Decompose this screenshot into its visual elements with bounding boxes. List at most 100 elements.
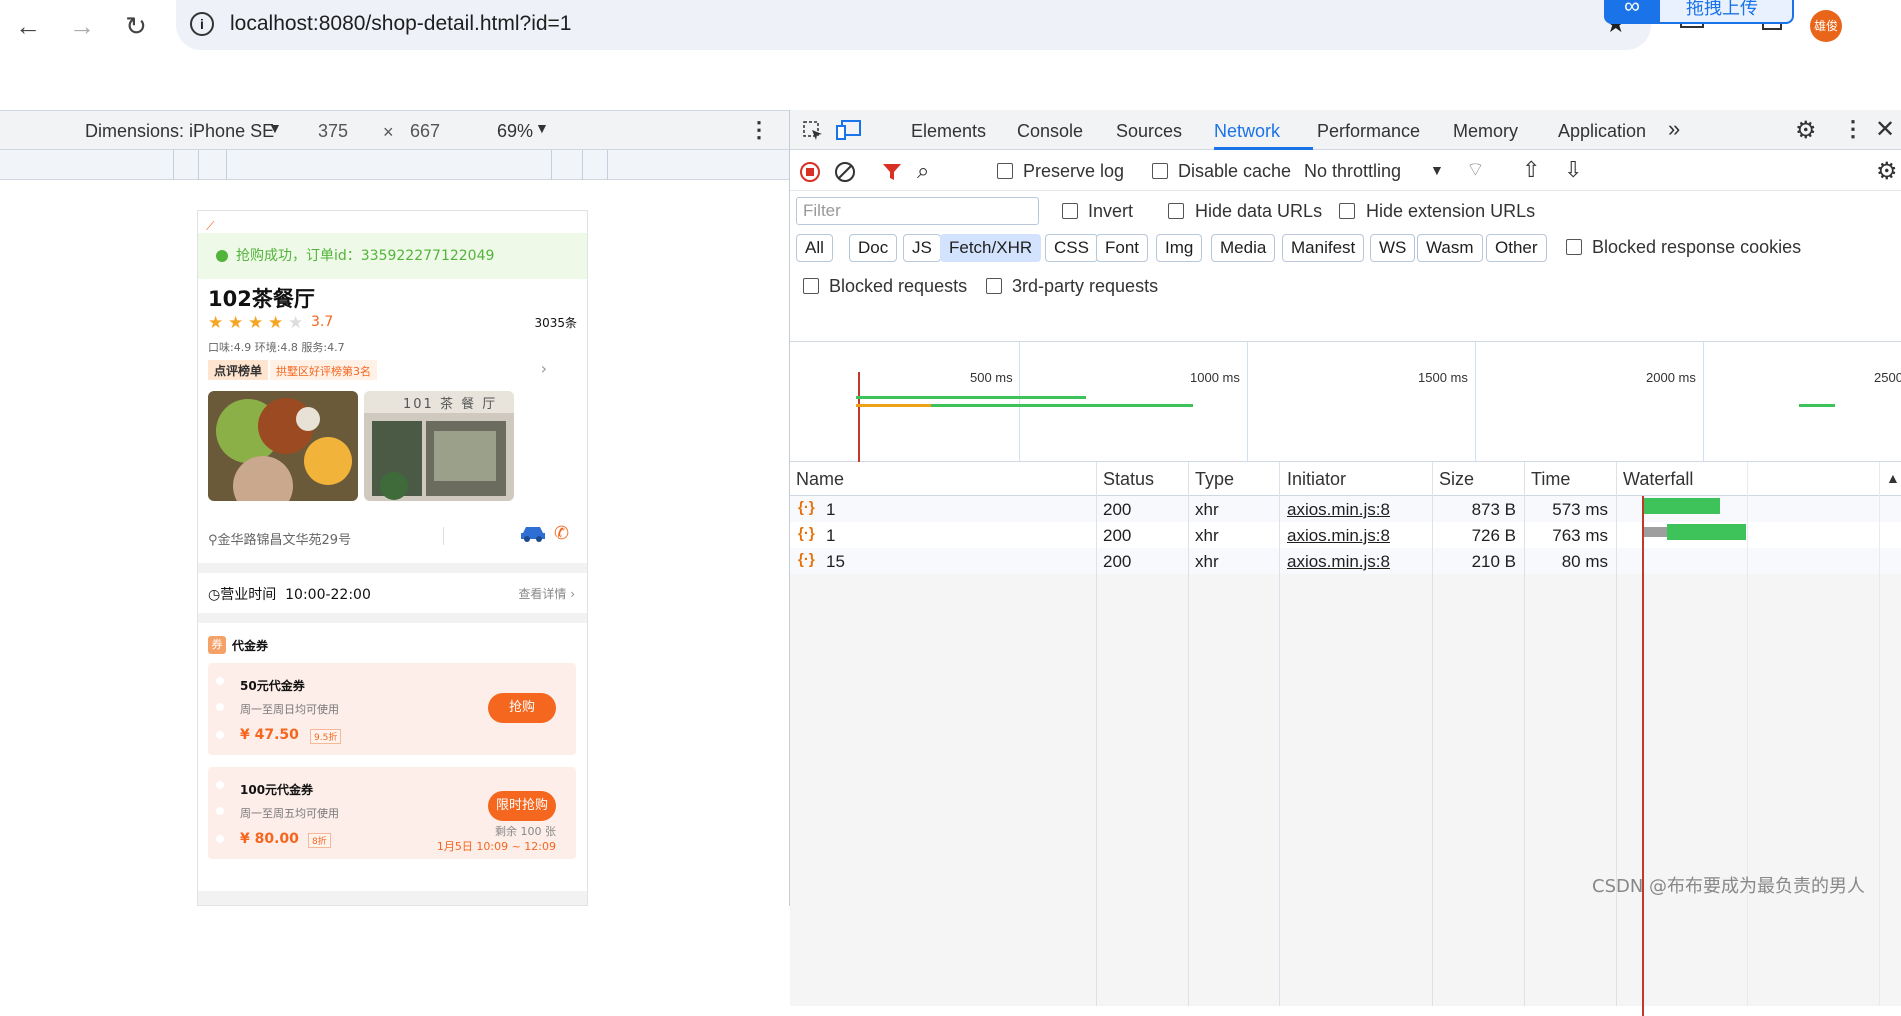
filter-icon[interactable] [881, 161, 903, 183]
type-filter-other[interactable]: Other [1486, 234, 1547, 262]
hours-detail-link[interactable]: 查看详情 › [518, 585, 575, 602]
request-initiator[interactable]: axios.min.js:8 [1287, 526, 1390, 546]
type-filter-wasm[interactable]: Wasm [1417, 234, 1483, 262]
request-initiator[interactable]: axios.min.js:8 [1287, 552, 1390, 572]
phone-call-icon[interactable]: ✆ [554, 523, 569, 544]
hide-extension-urls-checkbox[interactable] [1339, 203, 1355, 219]
request-initiator[interactable]: axios.min.js:8 [1287, 500, 1390, 520]
type-filter-ws[interactable]: WS [1370, 234, 1416, 262]
car-icon[interactable] [520, 524, 546, 542]
review-count: 3035条 [534, 316, 577, 330]
request-row[interactable]: {·} 1 200 xhr axios.min.js:8 873 B 573 ms [790, 496, 1901, 522]
type-filter-font[interactable]: Font [1096, 234, 1149, 262]
request-row[interactable]: {·} 1 200 xhr axios.min.js:8 726 B 763 ms [790, 522, 1901, 548]
export-har-icon[interactable]: ⇩ [1564, 157, 1582, 183]
col-size[interactable]: Size [1439, 469, 1474, 490]
waterfall-load-line [1642, 496, 1644, 1016]
clear-icon[interactable] [834, 161, 856, 183]
type-filter-img[interactable]: Img [1156, 234, 1203, 262]
close-icon[interactable]: ✕ [1875, 115, 1895, 144]
type-filter-js[interactable]: JS [903, 234, 941, 262]
tab-memory[interactable]: Memory [1453, 121, 1518, 142]
blocked-response-cookies-checkbox[interactable] [1566, 239, 1582, 255]
type-filter-manifest[interactable]: Manifest [1282, 234, 1365, 262]
back-button[interactable]: ← [10, 8, 46, 44]
type-filter-media[interactable]: Media [1211, 234, 1276, 262]
type-filter-doc[interactable]: Doc [849, 234, 898, 262]
more-options-icon[interactable]: ⋮ [1842, 116, 1864, 142]
request-status: 200 [1103, 500, 1132, 519]
tab-sources[interactable]: Sources [1116, 121, 1182, 142]
preserve-log-checkbox[interactable] [997, 163, 1013, 179]
network-conditions-icon[interactable]: ⌔ [1466, 157, 1485, 182]
col-name[interactable]: Name [796, 469, 844, 490]
tab-application[interactable]: Application [1558, 121, 1646, 142]
url-text[interactable]: localhost:8080/shop-detail.html?id=1 [230, 12, 571, 36]
back-icon[interactable]: ⟋ [206, 219, 214, 234]
settings-gear-icon[interactable]: ⚙ [1795, 116, 1817, 145]
chevron-down-icon[interactable]: ▼ [1430, 162, 1444, 178]
filter-input[interactable]: Filter [796, 197, 1039, 225]
disable-cache-checkbox[interactable] [1152, 163, 1168, 179]
overview-tick: 500 ms [970, 370, 1013, 385]
site-info-icon[interactable]: i [190, 12, 214, 36]
type-filter-all[interactable]: All [796, 234, 833, 262]
type-filter-fetch-xhr[interactable]: Fetch/XHR [940, 234, 1042, 262]
waterfall-wait-bar [1642, 498, 1720, 514]
tab-network[interactable]: Network [1214, 121, 1280, 142]
success-icon [216, 250, 228, 262]
overview-tick: 1500 ms [1418, 370, 1468, 385]
tab-performance[interactable]: Performance [1317, 121, 1420, 142]
col-status[interactable]: Status [1103, 469, 1154, 490]
network-overview-timeline[interactable]: 500 ms 1000 ms 1500 ms 2000 ms 2500 [790, 342, 1901, 462]
rank-tag: 点评榜单 [208, 360, 269, 380]
import-har-icon[interactable]: ⇧ [1522, 157, 1540, 183]
third-party-label: 3rd-party requests [1012, 276, 1159, 296]
chevron-down-icon[interactable]: ▼ [535, 120, 549, 136]
col-time[interactable]: Time [1531, 469, 1570, 490]
overview-tick: 1000 ms [1190, 370, 1240, 385]
throttling-select[interactable]: No throttling [1304, 161, 1401, 182]
device-toggle-icon[interactable] [836, 119, 862, 141]
device-dimensions-select[interactable]: Dimensions: iPhone SE [85, 121, 274, 142]
blocked-requests-label: Blocked requests [829, 276, 968, 296]
inspect-element-icon[interactable] [802, 120, 824, 142]
shop-address[interactable]: ⚲金华路锦昌文华苑29号 [208, 529, 351, 548]
address-bar[interactable]: i localhost:8080/shop-detail.html?id=1 [176, 0, 1651, 50]
device-width-input[interactable]: 375 [318, 121, 348, 142]
blocked-response-cookies-label: Blocked response cookies [1592, 237, 1802, 257]
network-settings-icon[interactable]: ⚙ [1876, 157, 1898, 186]
col-initiator[interactable]: Initiator [1287, 469, 1346, 490]
tab-console[interactable]: Console [1017, 121, 1083, 142]
zoom-select[interactable]: 69% [497, 121, 533, 142]
third-party-checkbox[interactable] [986, 278, 1002, 294]
xhr-icon: {·} [798, 499, 815, 516]
load-event-line [858, 372, 860, 462]
type-filter-css[interactable]: CSS [1045, 234, 1098, 262]
record-stop-icon[interactable] [799, 161, 821, 183]
chevron-down-icon[interactable]: ▼ [268, 120, 282, 136]
col-waterfall[interactable]: Waterfall [1623, 469, 1693, 490]
more-tabs-icon[interactable]: » [1668, 116, 1680, 142]
col-type[interactable]: Type [1195, 469, 1234, 490]
flash-buy-button[interactable]: 限时抢购 [488, 791, 556, 821]
chevron-right-icon[interactable]: › [541, 359, 547, 378]
disable-cache-label: Disable cache [1178, 161, 1292, 181]
request-row[interactable]: {·} 15 200 xhr axios.min.js:8 210 B 80 ms [790, 548, 1901, 574]
buy-coupon-button[interactable]: 抢购 [488, 693, 556, 723]
search-icon[interactable]: ⌕ [917, 158, 929, 184]
device-height-input[interactable]: 667 [410, 121, 440, 142]
forward-button[interactable]: → [64, 8, 100, 44]
reload-button[interactable]: ↻ [118, 8, 154, 44]
more-options-icon[interactable]: ⋮ [748, 117, 770, 143]
preserve-log-label: Preserve log [1023, 161, 1125, 181]
sort-ascending-icon[interactable]: ▲ [1886, 470, 1900, 486]
invert-checkbox[interactable] [1062, 203, 1078, 219]
hide-data-urls-checkbox[interactable] [1168, 203, 1184, 219]
coupon-section-title: 代金券 [232, 639, 269, 653]
tab-elements[interactable]: Elements [911, 121, 986, 142]
blocked-requests-checkbox[interactable] [803, 278, 819, 294]
avatar[interactable]: 雄俊 [1810, 10, 1842, 42]
watermark: CSDN @布布要成为最负责的男人 [1592, 876, 1866, 897]
shop-photo[interactable] [208, 391, 358, 501]
